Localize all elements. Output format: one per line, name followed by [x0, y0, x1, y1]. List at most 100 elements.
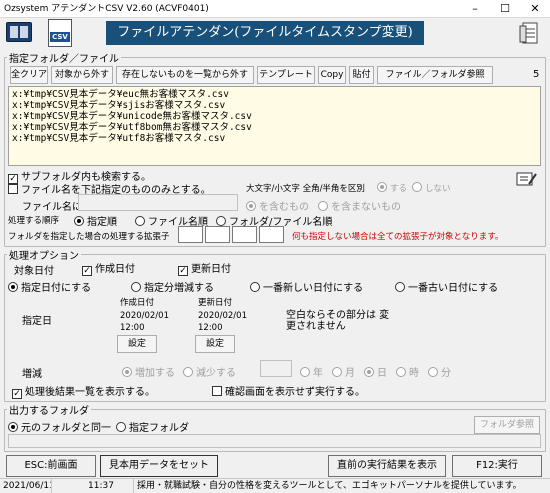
list-item[interactable]: x:¥tmp¥CSV見本データ¥sjisお客様マスタ.csv: [12, 100, 537, 111]
set-date-label: 指定日付にする: [21, 283, 92, 294]
radio-off-icon: [183, 367, 193, 377]
remove-missing-button[interactable]: 存在しないものを一覧から外す: [116, 66, 254, 84]
radio-on-icon: [364, 367, 374, 377]
radio-on-icon: [8, 422, 18, 432]
modified-date-checkbox[interactable]: ✓ 更新日付: [178, 260, 231, 276]
list-item[interactable]: x:¥tmp¥CSV見本データ¥utf8お客様マスタ.csv: [12, 133, 537, 144]
output-path-input[interactable]: [8, 434, 541, 448]
not-contain-radio[interactable]: を含まないもの: [318, 198, 401, 213]
set-created-button[interactable]: 設定: [117, 335, 157, 353]
radio-on-icon: [8, 282, 18, 292]
filename-input[interactable]: [78, 194, 238, 211]
oldest-radio[interactable]: 一番古い日付にする: [395, 279, 498, 294]
checkbox-checked-icon: ✓: [178, 266, 188, 276]
order-spec-label: 指定順: [87, 217, 117, 228]
modified-time-value: 12:00: [198, 323, 223, 333]
list-item[interactable]: x:¥tmp¥CSV見本データ¥unicode無お客様マスタ.csv: [12, 111, 537, 122]
extension-label: フォルダを指定した場合の処理する拡張子: [8, 232, 170, 242]
template-button[interactable]: テンプレート: [257, 66, 315, 84]
checkbox-unchecked-icon: [212, 386, 222, 396]
radio-on-icon: [122, 367, 132, 377]
paste-button[interactable]: 貼付: [349, 66, 374, 84]
minimize-button[interactable]: –: [460, 0, 490, 18]
radio-off-icon: [332, 367, 342, 377]
no-confirm-label: 確認画面を表示せず実行する。: [225, 387, 365, 398]
unit-day-radio[interactable]: 日: [364, 364, 387, 379]
case-sensitive-label: 大文字/小文字 全角/半角を区別: [246, 184, 365, 194]
set-sample-data-button[interactable]: 見本用データをセット: [100, 455, 218, 477]
contain-label: を含むもの: [259, 202, 309, 213]
created-time-value: 12:00: [120, 323, 145, 333]
order-label: 処理する順序: [8, 216, 60, 226]
list-item[interactable]: x:¥tmp¥CSV見本データ¥utf8bom無お客様マスタ.csv: [12, 122, 537, 133]
book-icon: [6, 22, 32, 42]
unit-month-label: 月: [345, 368, 355, 379]
esc-back-button[interactable]: ESC:前画面: [6, 455, 96, 477]
radio-on-icon: [377, 182, 387, 192]
csv-badge-label: CSV: [50, 32, 70, 42]
edit-list-icon[interactable]: [516, 170, 538, 188]
not-contain-label: を含まないもの: [331, 202, 401, 213]
case-yes-label: する: [390, 184, 408, 194]
case-no-radio[interactable]: しない: [412, 182, 451, 194]
folder-file-legend: 指定フォルダ／ファイル: [9, 54, 119, 65]
clear-all-button[interactable]: 全クリア: [10, 66, 48, 84]
show-last-result-button[interactable]: 直前の実行結果を表示: [328, 455, 446, 477]
copy-button[interactable]: Copy: [318, 66, 346, 84]
radio-off-icon: [216, 216, 226, 226]
increase-decrease-input[interactable]: [260, 360, 292, 377]
same-folder-label: 元のフォルダと同一: [21, 423, 111, 434]
blank-note: 空白ならその部分は 変更されません: [286, 310, 390, 332]
unit-minute-radio[interactable]: 分: [428, 364, 451, 379]
contain-radio[interactable]: を含むもの: [246, 198, 309, 213]
extension-note: 何も指定しない場合は全ての拡張子が対象となります。: [292, 232, 504, 242]
created-col-header: 作成日付: [120, 298, 155, 308]
no-confirm-checkbox[interactable]: 確認画面を表示せず実行する。: [212, 383, 365, 398]
increase-label: 増加する: [135, 368, 175, 379]
radio-off-icon: [116, 422, 126, 432]
radio-off-icon: [412, 182, 422, 192]
extension-input[interactable]: [178, 226, 203, 243]
unit-year-radio[interactable]: 年: [300, 364, 323, 379]
browse-output-folder-button[interactable]: フォルダ参照: [474, 416, 540, 434]
specified-folder-label: 指定フォルダ: [129, 423, 189, 434]
extension-input[interactable]: [259, 226, 284, 243]
radio-off-icon: [318, 201, 328, 211]
radio-off-icon: [428, 367, 438, 377]
unit-month-radio[interactable]: 月: [332, 364, 355, 379]
f12-execute-button[interactable]: F12:実行: [452, 455, 542, 477]
newest-radio[interactable]: 一番新しい日付にする: [250, 279, 363, 294]
unit-hour-label: 時: [409, 368, 419, 379]
remove-from-list-button[interactable]: 対象から外す: [51, 66, 113, 84]
maximize-button[interactable]: ☐: [490, 0, 520, 18]
decrease-radio[interactable]: 減少する: [183, 364, 236, 379]
set-modified-button[interactable]: 設定: [195, 335, 235, 353]
unit-hour-radio[interactable]: 時: [396, 364, 419, 379]
show-result-label: 処理後結果一覧を表示する。: [25, 387, 155, 398]
case-yes-radio[interactable]: する: [377, 182, 407, 194]
extension-input[interactable]: [232, 226, 257, 243]
radio-on-icon: [74, 216, 84, 226]
options-legend: 処理オプション: [9, 251, 79, 262]
modified-col-header: 更新日付: [198, 298, 233, 308]
filename-label: ファイル名に: [22, 202, 82, 213]
same-folder-radio[interactable]: 元のフォルダと同一: [8, 419, 111, 434]
created-date-checkbox[interactable]: ✓ 作成日付: [82, 260, 135, 276]
list-item[interactable]: x:¥tmp¥CSV見本データ¥euc無お客様マスタ.csv: [12, 89, 537, 100]
show-result-checkbox[interactable]: ✓ 処理後結果一覧を表示する。: [12, 383, 155, 399]
specified-folder-radio[interactable]: 指定フォルダ: [116, 419, 189, 434]
browse-files-button[interactable]: ファイル／フォルダ参照: [377, 66, 493, 84]
document-icon[interactable]: [518, 20, 540, 46]
extension-input[interactable]: [205, 226, 230, 243]
decrease-label: 減少する: [196, 368, 236, 379]
case-no-label: しない: [425, 184, 451, 194]
file-list[interactable]: x:¥tmp¥CSV見本データ¥euc無お客様マスタ.csv x:¥tmp¥CS…: [8, 86, 541, 166]
shift-radio[interactable]: 指定分増減する: [131, 279, 214, 294]
order-spec-radio[interactable]: 指定順: [74, 213, 117, 228]
status-bar: 2021/06/11 11:37 採用・就職試験・自分の性格を変えるツールとして…: [0, 478, 550, 493]
checkbox-unchecked-icon: [8, 184, 18, 194]
close-button[interactable]: ✕: [520, 0, 550, 18]
set-date-radio[interactable]: 指定日付にする: [8, 279, 91, 294]
specified-date-label: 指定日: [22, 316, 52, 327]
increase-radio[interactable]: 増加する: [122, 364, 175, 379]
